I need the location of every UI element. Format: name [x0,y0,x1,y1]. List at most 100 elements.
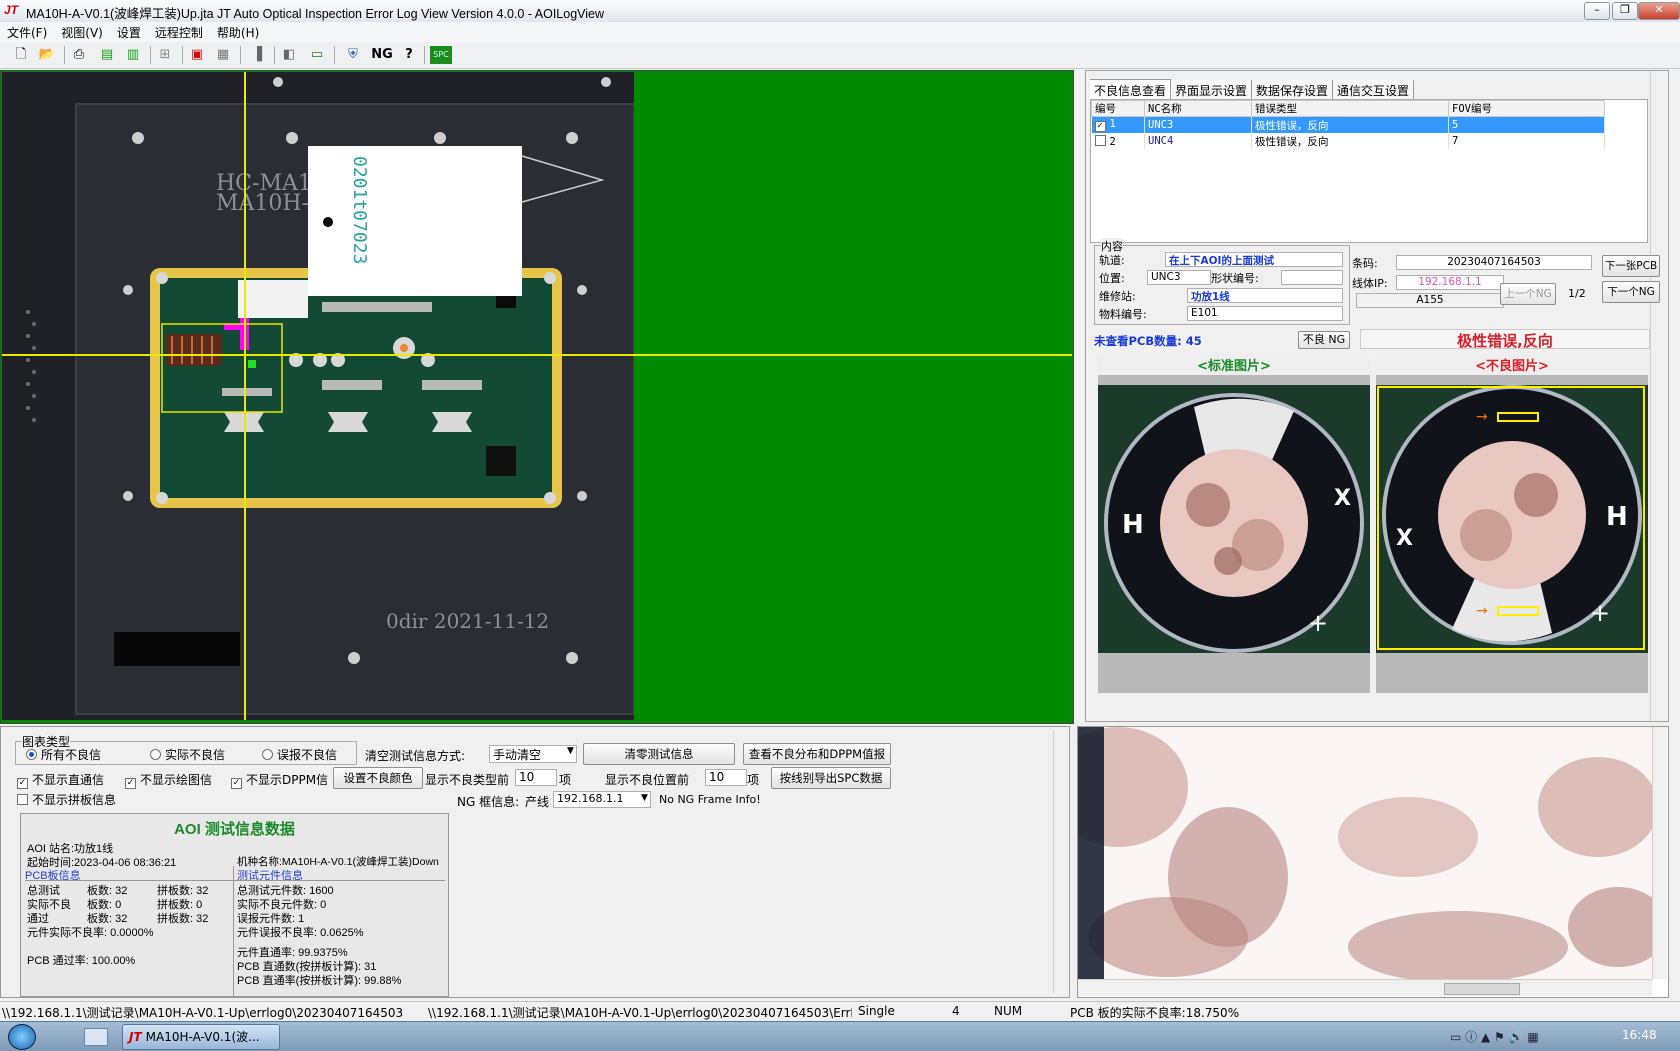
menu-remote[interactable]: 远程控制 [148,22,210,41]
open-folder-icon[interactable]: 📂 [38,46,56,64]
menu-file[interactable]: 文件(F) [0,22,54,41]
maximize-button[interactable]: ❐ [1612,2,1638,20]
radio-all-defects[interactable]: 所有不良信 [26,746,101,763]
shield-icon[interactable]: ⛨ [344,46,362,64]
chk-no-panel[interactable]: 不显示拼板信息 [17,791,116,808]
fixture-date: 0dir 2021-11-12 [386,609,549,633]
split-icon[interactable]: ◧ [280,46,298,64]
crosshair-vertical [244,72,246,720]
status-path-1: \\192.168.1.1\测试记录\MA10H-A-V0.1-Up\errlo… [2,1006,404,1020]
taskbar-app-button[interactable]: JT MA10H-A-V0.1(波... [122,1024,280,1050]
row-checkbox[interactable] [1094,134,1106,146]
radio-false-defects[interactable]: 误报不良信 [262,746,337,763]
defect-list[interactable]: 编号 NC名称 错误类型 FOV编号 ✓ 1 UNC3 极性错误，反向 5 2 U… [1090,99,1648,243]
view-dppm-button[interactable]: 查看不良分布和DPPM值报 [743,743,891,765]
tab-defect-view[interactable]: 不良信息查看 [1090,79,1172,101]
clear-test-info-button[interactable]: 清零测试信息 [583,743,735,765]
table-row[interactable]: ✓ 1 UNC3 极性错误，反向 5 [1091,116,1605,133]
pcb-image[interactable]: HC-MA10H- MA10H-A-V 0201t07023 0dir 2021… [2,72,634,720]
zoom-image-pane[interactable] [1077,726,1669,998]
shape-field[interactable] [1281,270,1343,285]
ng-image[interactable]: H X + → → [1376,385,1648,653]
export-spc-button[interactable]: 按线别导出SPC数据 [771,767,891,789]
line-select[interactable]: 192.168.1.1 [553,791,651,808]
taskbar-app-icon: JT [129,1030,142,1044]
status-rate: PCB 板的实际不良率:18.750% [1070,1006,1240,1020]
content-group: 内容 轨道: 在上下AOI的上面测试 位置: UNC3 形状编号: 维修站: 功… [1094,238,1350,325]
radio-actual-defects[interactable]: 实际不良信 [150,746,225,763]
position-field[interactable]: UNC3 [1147,270,1211,285]
bottom-scrollbar[interactable] [1053,731,1068,993]
line-dropdown-icon[interactable]: ▼ [641,793,648,803]
right-scrollbar[interactable] [1650,71,1667,721]
repair-field[interactable]: 功放1线 [1187,288,1343,303]
zoom-vscrollbar[interactable] [1652,727,1667,979]
ng-frame-info: No NG Frame Info! [659,793,761,806]
extra-field: A155 [1356,293,1504,308]
minimize-button[interactable]: – [1584,2,1610,20]
tab-display-settings[interactable]: 界面显示设置 [1171,80,1253,101]
status-mode: Single [858,1004,895,1018]
help-icon[interactable]: ? [400,46,418,64]
green-doc-icon[interactable]: ▤ [98,46,116,64]
show-pos-count-field[interactable]: 10 [705,769,747,786]
unseen-pcb-count: 未查看PCB数量: 45 [1094,334,1202,348]
next-pcb-button[interactable]: 下一张PCB [1602,255,1660,277]
prev-ng-button[interactable]: 上一个NG [1500,283,1556,305]
svg-text:→: → [1476,409,1488,425]
settings-tabs: 不良信息查看 界面显示设置 数据保存设置 通信交互设置 [1090,79,1415,101]
tray-icons[interactable]: ▭ ⓘ ▲ ⚑ 🔊 ▦ [1450,1028,1539,1045]
spc-button[interactable]: SPC [430,46,452,64]
svg-text:H: H [1606,502,1628,532]
col-fov[interactable]: FOV编号 [1448,100,1605,117]
ng-button-small[interactable]: 不良 NG [1298,331,1350,349]
start-button[interactable] [8,1024,36,1050]
material-field[interactable]: E101 [1187,306,1343,321]
chk-no-dppm[interactable]: ✓ 不显示DPPM信 [231,771,331,789]
chart-type-group: 图表类型 所有不良信 实际不良信 误报不良信 [15,733,357,765]
close-button[interactable]: ✕ [1638,2,1680,20]
standard-image-label: <标准图片> [1098,355,1370,375]
menu-help[interactable]: 帮助(H) [210,22,266,41]
line-ip-field[interactable]: 192.168.1.1 [1396,275,1504,290]
show-type-count-field[interactable]: 10 [515,769,557,786]
menu-view[interactable]: 视图(V) [54,22,110,41]
chk-no-straight[interactable]: ✓ 不显示直通信 [17,771,104,789]
svg-text:+: + [1308,609,1328,637]
table-row[interactable]: 2 UNC4 极性错误，反向 7 [1091,133,1605,149]
status-bar: \\192.168.1.1\测试记录\MA10H-A-V0.1-Up\errlo… [0,1001,1680,1022]
tab-communication[interactable]: 通信交互设置 [1333,80,1415,101]
chk-no-draw[interactable]: ✓ 不显示绘图信 [125,771,212,789]
set-color-button[interactable]: 设置不良颜色 [333,767,423,789]
layout-icon[interactable]: ▐ [248,46,266,64]
svg-text:→: → [1476,603,1488,619]
next-ng-button[interactable]: 下一个NG [1602,281,1660,303]
status-count: 4 [952,1004,960,1018]
zoom-hscrollbar[interactable] [1078,979,1652,996]
svg-text:H: H [1122,510,1144,540]
barcode-field[interactable]: 20230407164503 [1396,255,1592,270]
disabled-tool-icon[interactable]: ⊞ [156,46,174,64]
app-logo: JT [4,3,19,17]
print-icon[interactable]: ⎙ [70,46,88,64]
row-checkbox[interactable]: ✓ [1094,121,1106,132]
pcb-drawing: HC-MA10H- MA10H-A-V 0201t07023 0dir 2021… [2,72,634,720]
window-icon[interactable]: ▭ [308,46,326,64]
col-id[interactable]: 编号 [1091,100,1145,117]
ng-button[interactable]: NG [370,46,394,64]
col-nc-name[interactable]: NC名称 [1144,100,1252,117]
tab-data-save[interactable]: 数据保存设置 [1252,80,1334,101]
new-file-icon[interactable]: 🗋 [12,46,30,64]
save-icon[interactable]: ▦ [214,46,232,64]
clear-mode-select[interactable]: 手动清空 [489,745,577,763]
menu-settings[interactable]: 设置 [110,22,148,41]
zoom-hscroll-thumb[interactable] [1444,983,1520,995]
track-field[interactable]: 在上下AOI的上面测试 [1165,252,1343,267]
ng-page-counter: 1/2 [1568,287,1586,300]
clear-mode-dropdown-icon[interactable]: ▼ [567,746,574,756]
show-desktop-icon[interactable] [84,1028,108,1046]
standard-image[interactable]: H X + [1098,385,1370,653]
red-tool-icon[interactable]: ▣ [188,46,206,64]
green-doc2-icon[interactable]: ▥ [124,46,142,64]
col-error-type[interactable]: 错误类型 [1251,100,1449,117]
